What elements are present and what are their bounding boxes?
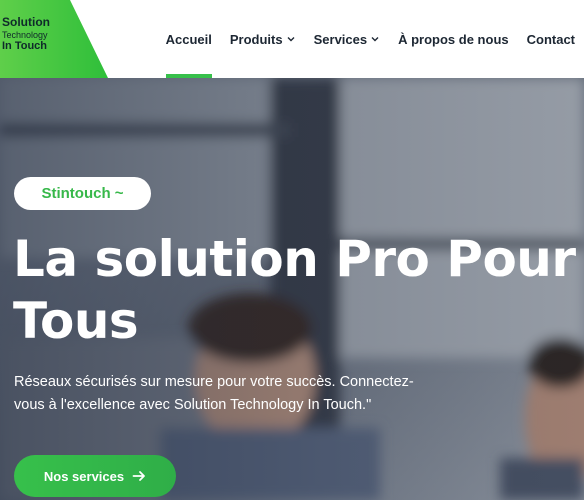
nav-item-label: Accueil: [165, 31, 212, 47]
arrow-right-icon: [132, 471, 146, 481]
logo-line-2: Technology: [2, 29, 48, 40]
hero-badge: Stintouch ~: [14, 177, 151, 210]
nav-item-label: Produits: [229, 31, 283, 47]
nav-item-accueil[interactable]: Accueil: [157, 0, 221, 78]
logo-line-1: Solution: [2, 15, 50, 29]
nav-item-a-propos[interactable]: À propos de nous: [389, 0, 518, 78]
nav-item-label: Services: [313, 31, 368, 47]
chevron-down-icon: [371, 37, 379, 42]
site-logo[interactable]: Solution Technology In Touch: [2, 15, 72, 53]
site-header: Solution Technology In Touch Accueil Pro…: [0, 0, 584, 78]
nav-item-label: Contact: [526, 31, 575, 47]
nav-item-services[interactable]: Services: [305, 0, 390, 78]
services-button-label: Nos services: [43, 468, 125, 484]
nav-item-label: À propos de nous: [398, 31, 509, 47]
nav-item-contact[interactable]: Contact: [518, 0, 584, 78]
hero-description: Réseaux sécurisés sur mesure pour votre …: [14, 374, 414, 413]
hero-title: La solution Pro Pour Tous: [13, 230, 576, 350]
services-button[interactable]: Nos services: [14, 455, 176, 497]
hero-section: Stintouch ~ La solution Pro Pour Tous Ré…: [0, 78, 584, 500]
nav-item-produits[interactable]: Produits: [221, 0, 305, 78]
logo-line-3: In Touch: [2, 40, 48, 53]
main-navigation: Accueil Produits Services À propos de no…: [157, 0, 584, 78]
chevron-down-icon: [287, 37, 295, 42]
